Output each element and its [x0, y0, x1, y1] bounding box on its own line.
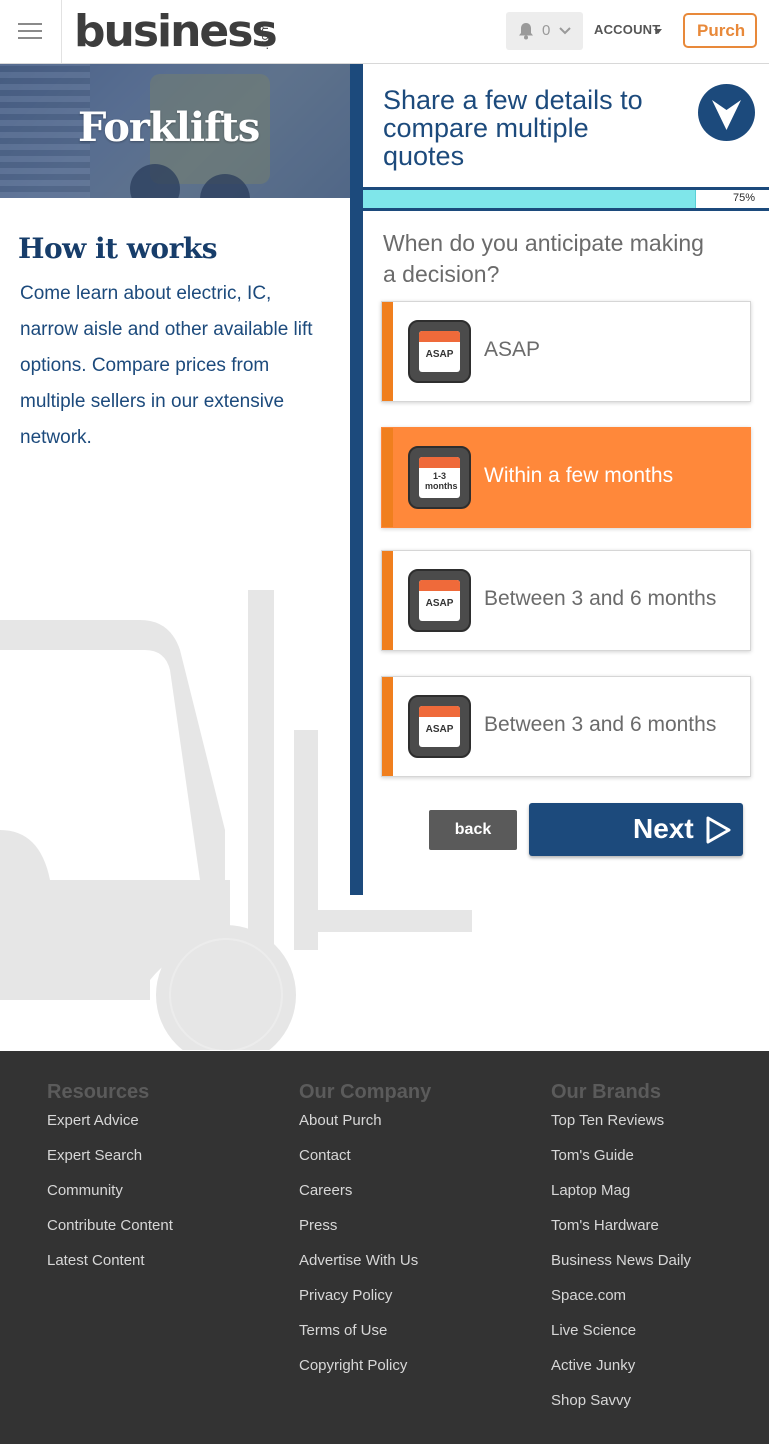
- footer-heading-resources: Resources: [47, 1081, 150, 1103]
- question-text: When do you anticipate making a decision…: [383, 230, 704, 287]
- menu-button[interactable]: [0, 0, 62, 63]
- calendar-asap-icon: ASAP: [408, 695, 471, 758]
- option-within-few-months[interactable]: 1-3 months Within a few months: [381, 427, 751, 528]
- site-logo[interactable]: business: [74, 4, 278, 60]
- calendar-asap-icon: ASAP: [408, 569, 471, 632]
- notification-count: 0: [542, 22, 551, 39]
- back-button[interactable]: back: [429, 810, 517, 850]
- footer-link[interactable]: Contact: [299, 1145, 431, 1180]
- progress-label: 75%: [732, 192, 755, 204]
- footer-link[interactable]: Tom's Guide: [551, 1145, 691, 1180]
- notifications-button[interactable]: 0: [506, 12, 583, 50]
- footer-company: Our Company About Purch Contact Careers …: [299, 1081, 431, 1390]
- arrow-down-badge: [698, 84, 755, 141]
- option-between-3-6-months[interactable]: ASAP Between 3 and 6 months: [381, 550, 751, 651]
- option-between-3-6-months-2[interactable]: ASAP Between 3 and 6 months: [381, 676, 751, 777]
- footer-link[interactable]: Top Ten Reviews: [551, 1110, 691, 1145]
- next-label: Next: [633, 813, 694, 844]
- caret-down-icon: [654, 29, 662, 34]
- option-label: Within a few months: [484, 464, 674, 487]
- footer-link[interactable]: Live Science: [551, 1320, 691, 1355]
- footer-resources: Resources Expert Advice Expert Search Co…: [47, 1081, 173, 1285]
- footer-link[interactable]: Copyright Policy: [299, 1355, 431, 1390]
- hero-banner: Forklifts: [0, 64, 350, 198]
- footer-link[interactable]: Press: [299, 1215, 431, 1250]
- footer-link[interactable]: Space.com: [551, 1285, 691, 1320]
- option-asap[interactable]: ASAP ASAP: [381, 301, 751, 402]
- footer-heading-brands: Our Brands: [551, 1081, 662, 1103]
- site-header: business .com 0 ACCOUNT Purch: [0, 0, 769, 64]
- bell-icon: [519, 23, 533, 40]
- calendar-asap-icon: ASAP: [408, 320, 471, 383]
- footer-link[interactable]: Advertise With Us: [299, 1250, 431, 1285]
- next-button[interactable]: Next: [529, 803, 743, 856]
- option-label: Between 3 and 6 months: [484, 587, 717, 610]
- how-it-works-title: How it works: [18, 232, 218, 265]
- site-logo-suffix: .com: [258, 23, 271, 50]
- purch-button[interactable]: Purch: [683, 13, 757, 48]
- footer-link[interactable]: Community: [47, 1180, 173, 1215]
- play-arrow-icon: [706, 816, 731, 844]
- hamburger-icon: [18, 23, 42, 25]
- option-label: ASAP: [484, 338, 541, 361]
- footer-link[interactable]: Tom's Hardware: [551, 1215, 691, 1250]
- footer-heading-company: Our Company: [299, 1081, 432, 1103]
- footer-link[interactable]: Shop Savvy: [551, 1390, 691, 1425]
- hero-title: Forklifts: [78, 104, 260, 151]
- arrow-down-icon: [712, 100, 741, 130]
- chevron-down-icon: [559, 27, 571, 35]
- progress-bar: 75%: [363, 187, 769, 211]
- how-it-works-text: Come learn about electric, IC, narrow ai…: [20, 283, 313, 448]
- footer-link[interactable]: Contribute Content: [47, 1215, 173, 1250]
- footer-link[interactable]: Expert Advice: [47, 1110, 173, 1145]
- progress-fill: [363, 190, 696, 208]
- footer-link[interactable]: Careers: [299, 1180, 431, 1215]
- form-title: Share a few details to compare multiple …: [383, 85, 643, 171]
- column-divider: [350, 64, 363, 895]
- account-menu[interactable]: ACCOUNT: [594, 22, 660, 37]
- footer-link[interactable]: Privacy Policy: [299, 1285, 431, 1320]
- footer-link[interactable]: About Purch: [299, 1110, 431, 1145]
- footer-link[interactable]: Latest Content: [47, 1250, 173, 1285]
- footer-brands: Our Brands Top Ten Reviews Tom's Guide L…: [551, 1081, 691, 1425]
- calendar-1-3-months-icon: 1-3 months: [408, 446, 471, 509]
- footer-link[interactable]: Active Junky: [551, 1355, 691, 1390]
- footer-link[interactable]: Expert Search: [47, 1145, 173, 1180]
- footer-link[interactable]: Business News Daily: [551, 1250, 691, 1285]
- option-label: Between 3 and 6 months: [484, 713, 717, 736]
- footer-link[interactable]: Laptop Mag: [551, 1180, 691, 1215]
- footer-link[interactable]: Terms of Use: [299, 1320, 431, 1355]
- site-footer: Resources Expert Advice Expert Search Co…: [0, 1051, 769, 1444]
